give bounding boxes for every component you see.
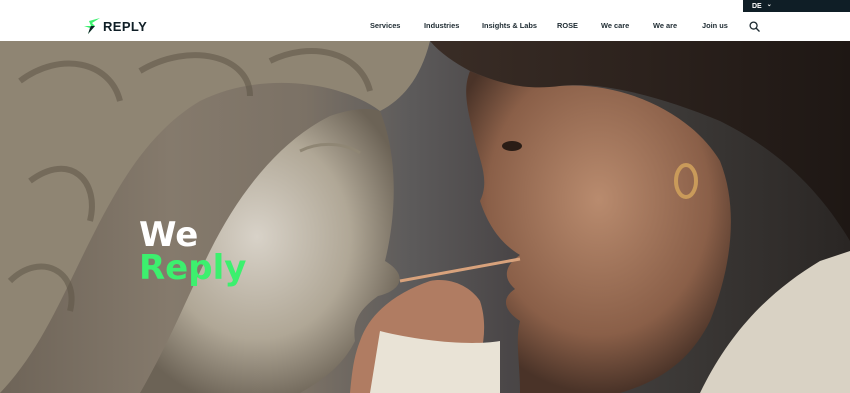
language-switcher[interactable]: DE ⌄ <box>743 0 850 12</box>
nav-rose[interactable]: ROSE <box>557 21 578 30</box>
nav-industries[interactable]: Industries <box>424 21 459 30</box>
nav-services[interactable]: Services <box>370 21 400 30</box>
hero-image <box>0 41 850 393</box>
hero-headline: We Reply <box>139 218 247 288</box>
language-label: DE <box>752 2 762 10</box>
nav-we-are[interactable]: We are <box>653 21 677 30</box>
nav-join-us[interactable]: Join us <box>702 21 728 30</box>
chevron-down-icon: ⌄ <box>766 2 772 8</box>
nav-we-care[interactable]: We care <box>601 21 629 30</box>
hero-banner: We Reply <box>0 41 850 393</box>
main-nav: Services Industries Insights & Labs ROSE… <box>0 21 850 33</box>
site-header: REPLY Services Industries Insights & Lab… <box>0 0 850 41</box>
nav-insights-labs[interactable]: Insights & Labs <box>482 21 537 30</box>
search-icon[interactable] <box>749 21 760 32</box>
hero-headline-line2: Reply <box>139 248 247 288</box>
